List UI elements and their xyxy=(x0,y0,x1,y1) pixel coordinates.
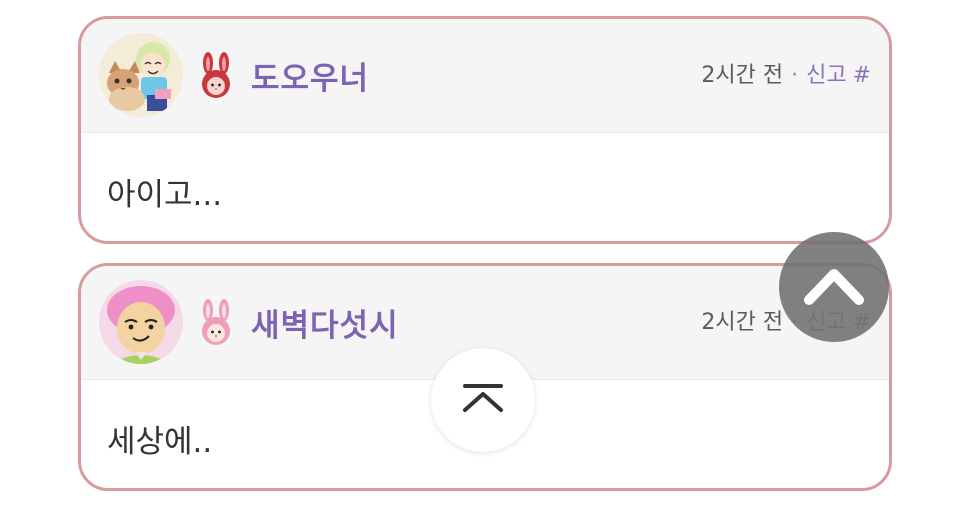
timestamp: 2시간 전 xyxy=(701,310,784,335)
pink-bunny-icon xyxy=(198,298,234,348)
username[interactable]: 도오우너 xyxy=(251,53,369,98)
username[interactable]: 새벽다섯시 xyxy=(251,300,399,345)
comment-card: 도오우너 2시간 전 · 신고 # 아이고... xyxy=(78,16,892,244)
scroll-to-top-icon xyxy=(463,384,503,412)
comment-text: 세상에.. xyxy=(107,424,213,460)
timestamp: 2시간 전 xyxy=(701,63,784,88)
scroll-to-top-button[interactable] xyxy=(431,348,535,452)
avatar[interactable] xyxy=(99,33,183,117)
comment-text: 아이고... xyxy=(107,177,223,213)
scroll-up-float-button[interactable] xyxy=(779,232,889,342)
report-link[interactable]: 신고 xyxy=(806,63,846,88)
comment-header: 도오우너 2시간 전 · 신고 # xyxy=(81,19,889,133)
chevron-up-icon xyxy=(804,269,864,305)
avatar[interactable] xyxy=(99,280,183,364)
permalink-hash[interactable]: # xyxy=(853,63,871,88)
red-bunny-icon xyxy=(198,51,234,101)
comment-meta: 2시간 전 · 신고 # xyxy=(701,57,871,89)
meta-separator: · xyxy=(791,63,799,88)
